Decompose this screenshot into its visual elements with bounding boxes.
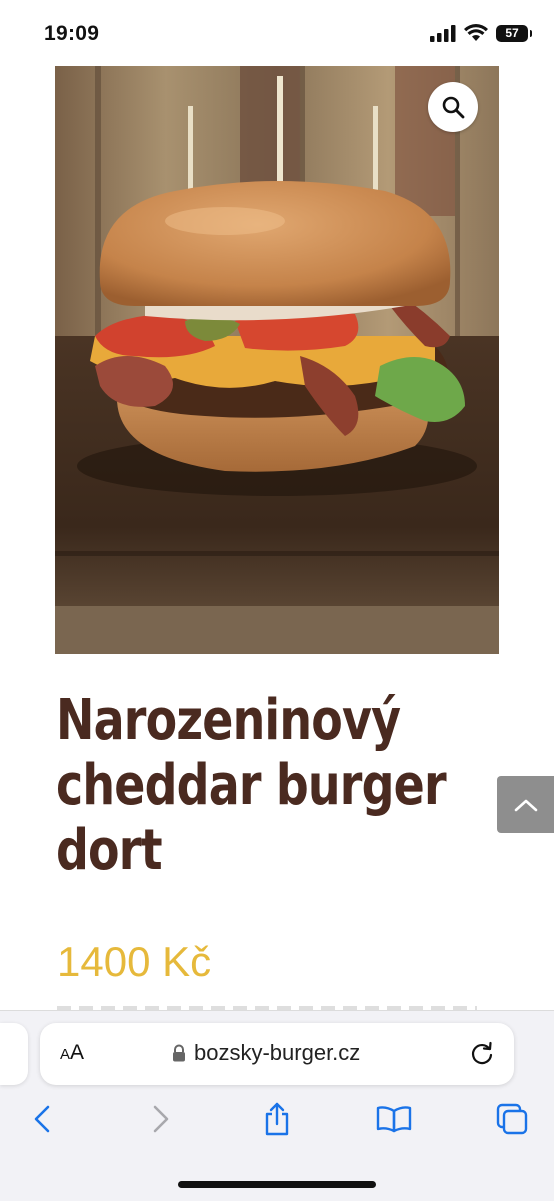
aa-small: A <box>60 1046 71 1063</box>
back-button[interactable] <box>22 1099 62 1139</box>
status-bar: 19:09 57 <box>0 0 554 66</box>
burger-photo <box>55 66 499 654</box>
previous-tab-edge[interactable] <box>0 1023 28 1085</box>
url-text: bozsky-burger.cz <box>194 1040 361 1065</box>
title-line: cheddar burger <box>56 753 447 818</box>
product-title: Narozeninový cheddar burger dort <box>56 688 447 883</box>
product-price: 1400 Kč <box>57 938 212 985</box>
status-icons: 57 <box>430 24 532 42</box>
url-display[interactable]: bozsky-burger.cz <box>172 1040 360 1066</box>
bookmarks-icon <box>376 1106 412 1133</box>
chevron-up-icon <box>514 799 537 811</box>
page-settings-button[interactable]: AA <box>60 1041 84 1065</box>
aa-large: A <box>70 1041 85 1064</box>
home-indicator[interactable] <box>178 1181 376 1188</box>
lock-icon <box>173 1044 185 1062</box>
address-bar[interactable]: AA bozsky-burger.cz <box>40 1023 514 1085</box>
scroll-to-top-button[interactable] <box>497 776 554 833</box>
tabs-button[interactable] <box>492 1099 532 1139</box>
title-line: Narozeninový <box>56 688 401 753</box>
bookmarks-button[interactable] <box>374 1099 414 1139</box>
product-image[interactable] <box>55 66 499 654</box>
back-icon <box>34 1105 50 1133</box>
tabs-icon <box>496 1103 528 1135</box>
title-line: dort <box>56 818 163 883</box>
search-icon <box>442 96 465 119</box>
forward-button[interactable] <box>141 1099 181 1139</box>
reload-icon[interactable] <box>468 1040 496 1068</box>
signal-icon <box>430 24 456 42</box>
share-icon <box>265 1102 289 1136</box>
browser-toolbar: AA bozsky-burger.cz <box>0 1010 554 1201</box>
share-button[interactable] <box>257 1099 297 1139</box>
zoom-button[interactable] <box>428 82 478 132</box>
battery-icon: 57 <box>496 24 532 42</box>
status-time: 19:09 <box>44 22 100 45</box>
forward-icon <box>153 1105 169 1133</box>
wifi-icon <box>464 24 488 41</box>
